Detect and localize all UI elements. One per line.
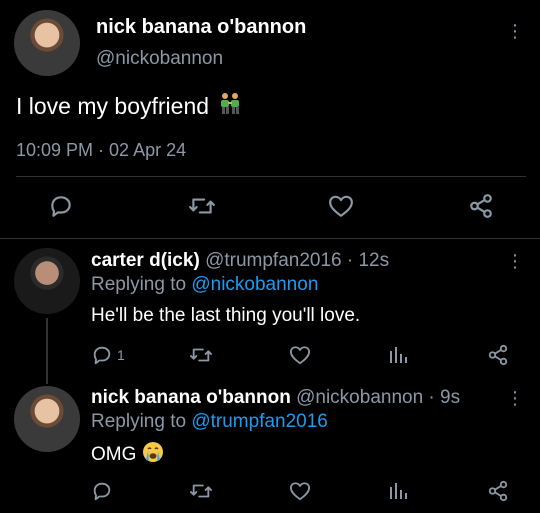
replying-prefix: Replying to (91, 411, 187, 432)
reply-header: nick banana o'bannon @nickobannon · 9s (91, 387, 460, 409)
reply-action[interactable]: 1 (91, 344, 125, 366)
heart-icon[interactable] (289, 345, 311, 365)
reply-text-content: OMG (91, 444, 137, 465)
divider (16, 176, 526, 177)
retweet-icon[interactable] (189, 344, 213, 366)
stats-icon[interactable] (388, 345, 408, 365)
reply-icon[interactable] (91, 480, 113, 502)
handle-time[interactable]: @nickobannon · 9s (296, 387, 460, 408)
replying-to: Replying to @trumpfan2016 (91, 411, 328, 433)
reply-icon[interactable] (48, 193, 74, 219)
replying-to-link[interactable]: @trumpfan2016 (191, 411, 328, 432)
heart-icon[interactable] (289, 481, 311, 501)
stats-icon[interactable] (388, 481, 408, 501)
timestamp[interactable]: 10:09 PM · 02 Apr 24 (16, 140, 186, 161)
share-icon[interactable] (487, 344, 509, 366)
share-icon[interactable] (468, 193, 494, 219)
divider (0, 238, 540, 239)
more-vertical-icon[interactable]: ⋮ (506, 389, 524, 407)
replying-prefix: Replying to (91, 274, 187, 295)
share-icon[interactable] (487, 480, 509, 502)
retweet-icon[interactable] (188, 193, 216, 219)
handle[interactable]: @nickobannon (96, 48, 223, 70)
reply-text: OMG (91, 441, 164, 469)
thread-line (46, 318, 48, 384)
tweet-text: I love my boyfriend (16, 90, 243, 122)
display-name[interactable]: nick banana o'bannon (96, 16, 306, 39)
display-name[interactable]: carter d(ick) (91, 250, 200, 271)
reply-icon[interactable] (91, 344, 113, 366)
avatar[interactable] (14, 248, 80, 314)
replying-to-link[interactable]: @nickobannon (191, 274, 318, 295)
couple-emoji (217, 90, 243, 122)
more-vertical-icon[interactable]: ⋮ (506, 22, 524, 40)
handle-time[interactable]: @trumpfan2016 · 12s (205, 250, 389, 271)
tweet-text-content: I love my boyfriend (16, 92, 210, 119)
display-name[interactable]: nick banana o'bannon (91, 387, 291, 408)
reply-header: carter d(ick) @trumpfan2016 · 12s (91, 250, 389, 272)
heart-icon[interactable] (328, 194, 354, 218)
more-vertical-icon[interactable]: ⋮ (506, 252, 524, 270)
replying-to: Replying to @nickobannon (91, 274, 318, 296)
crying-emoji (142, 441, 164, 469)
reply-text: He'll be the last thing you'll love. (91, 305, 361, 326)
avatar[interactable] (14, 386, 80, 452)
retweet-icon[interactable] (189, 480, 213, 502)
avatar[interactable] (14, 10, 80, 76)
reply-count: 1 (117, 347, 125, 363)
